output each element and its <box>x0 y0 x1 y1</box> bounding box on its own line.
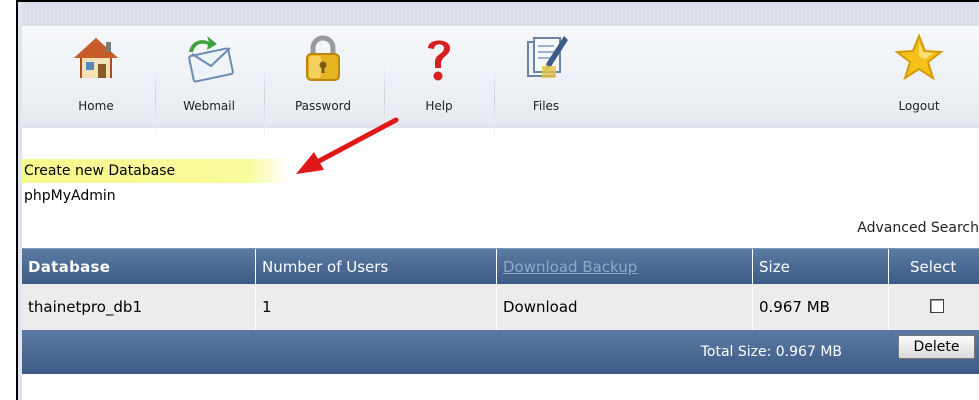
phpmyadmin-link[interactable]: phpMyAdmin <box>24 188 116 204</box>
toolbar-help-label: Help <box>425 99 453 113</box>
column-divider <box>496 249 497 285</box>
cell-divider <box>888 284 889 330</box>
column-download-backup[interactable]: Download Backup <box>503 249 637 285</box>
toolbar-webmail[interactable]: Webmail <box>167 32 251 122</box>
toolbar-password[interactable]: Password <box>276 32 370 122</box>
home-icon <box>70 32 122 84</box>
control-panel: Home Webmail Password Help Files Logout … <box>18 2 979 400</box>
lock-icon <box>297 32 349 84</box>
toolbar-logout[interactable]: Logout <box>882 32 956 122</box>
cell-size: 0.967 MB <box>759 298 830 316</box>
help-icon <box>413 32 465 84</box>
toolbar-files-label: Files <box>532 99 560 113</box>
table-row: thainetpro_db1 1 Download 0.967 MB <box>22 284 979 330</box>
main-toolbar: Home Webmail Password Help Files Logout <box>22 26 979 138</box>
files-icon <box>520 32 572 84</box>
download-backup-link[interactable]: Download <box>503 284 578 330</box>
webmail-icon <box>183 32 235 84</box>
table-footer: Total Size: 0.967 MB Delete <box>22 330 979 374</box>
column-divider <box>255 249 256 285</box>
red-arrow-annotation <box>296 117 399 174</box>
total-size: Total Size: 0.967 MB <box>700 344 842 360</box>
column-select: Select <box>910 258 957 276</box>
advanced-search-link[interactable]: Advanced Search <box>857 220 979 236</box>
toolbar-files[interactable]: Files <box>506 32 586 122</box>
star-icon <box>893 32 945 84</box>
cell-database-name: thainetpro_db1 <box>28 298 142 316</box>
create-database-link[interactable]: Create new Database <box>22 159 288 183</box>
toolbar-separator <box>264 58 265 138</box>
column-size: Size <box>759 258 790 276</box>
column-divider <box>752 249 753 285</box>
toolbar-logout-label: Logout <box>898 99 940 113</box>
table-header: Database Number of Users Download Backup… <box>22 248 979 285</box>
cell-divider <box>752 284 753 330</box>
column-number-of-users: Number of Users <box>262 258 389 276</box>
delete-button[interactable]: Delete <box>898 335 975 359</box>
column-database: Database <box>28 258 111 276</box>
toolbar-separator <box>155 58 156 138</box>
top-strip <box>22 2 979 27</box>
toolbar-help[interactable]: Help <box>392 32 486 122</box>
select-checkbox[interactable] <box>930 299 944 313</box>
create-database-label: Create new Database <box>24 163 176 179</box>
cell-divider <box>496 284 497 330</box>
column-divider <box>888 249 889 285</box>
toolbar-separator <box>494 58 495 138</box>
toolbar-home[interactable]: Home <box>60 32 132 122</box>
toolbar-home-label: Home <box>78 99 114 113</box>
cell-divider <box>255 284 256 330</box>
toolbar-webmail-label: Webmail <box>183 99 235 113</box>
cell-number-of-users: 1 <box>262 298 272 316</box>
toolbar-password-label: Password <box>294 99 352 113</box>
